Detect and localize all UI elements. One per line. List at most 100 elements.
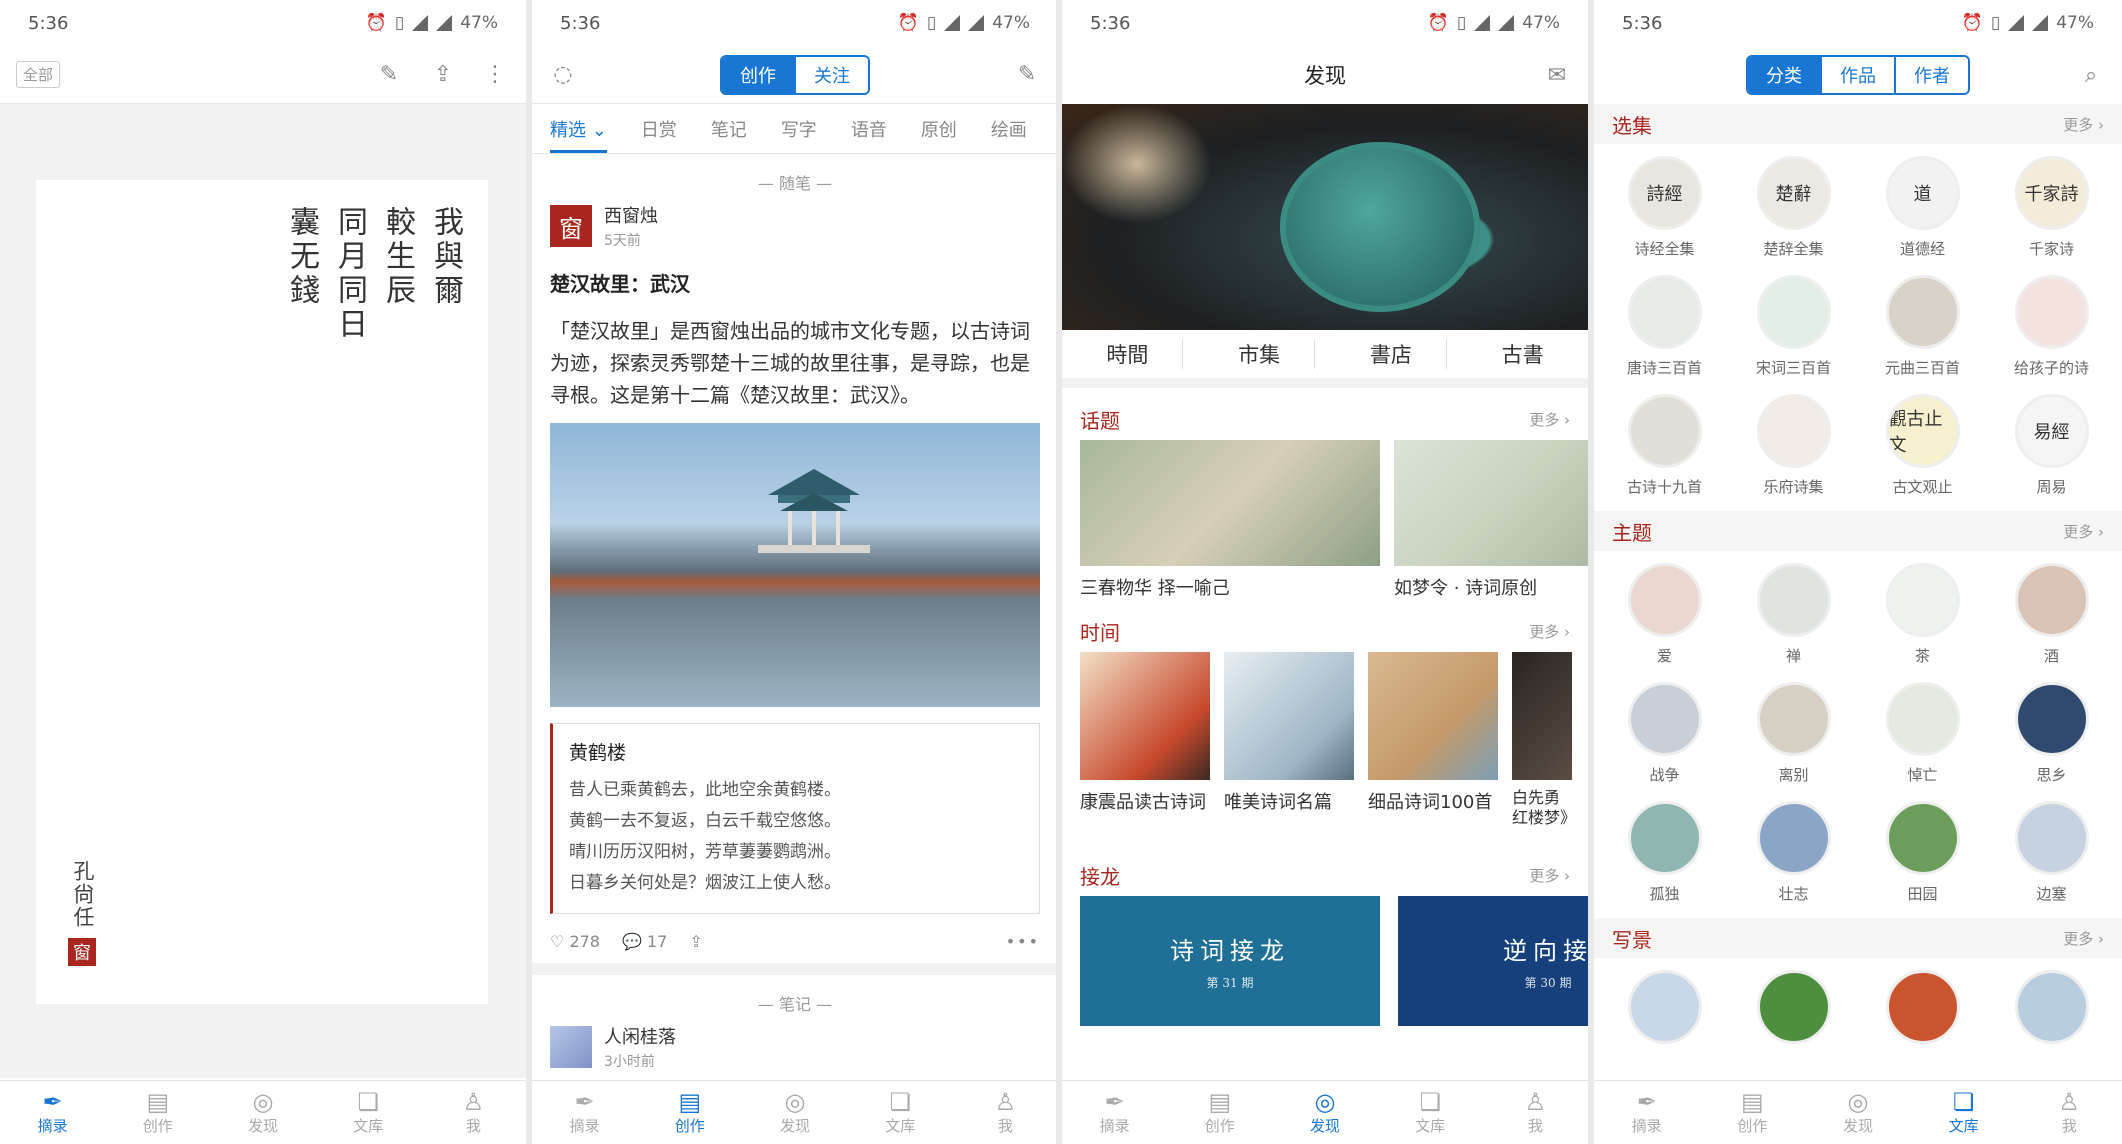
share-icon[interactable]: ⇪ — [428, 60, 458, 90]
collection-item[interactable]: 道道德经 — [1858, 156, 1987, 259]
nav-excerpt[interactable]: ✒ 摘录 — [532, 1081, 637, 1144]
more-link[interactable]: 更多 › — [2063, 114, 2104, 135]
collection-item[interactable]: 茶 — [1858, 563, 1987, 666]
more-link[interactable]: 更多 › — [1529, 409, 1570, 430]
author-name[interactable]: 人闲桂落 — [604, 1023, 676, 1049]
collection-item[interactable]: 易經 周易 — [1987, 394, 2116, 497]
tab-authors[interactable]: 作者 — [1896, 57, 1968, 93]
tab-daily[interactable]: 日赏 — [641, 116, 677, 142]
collection-item[interactable]: 田园 — [1858, 801, 1987, 904]
quoted-poem[interactable]: 黄鹤楼 昔人已乘黄鹤去，此地空余黄鹤楼。 黄鹤一去不复返，白云千载空悠悠。 晴川… — [550, 723, 1040, 914]
topic-card[interactable]: 如梦令 · 诗词原创 — [1394, 440, 1588, 600]
author-name[interactable]: 西窗烛 — [604, 202, 658, 228]
collection-item[interactable]: 悼亡 — [1858, 682, 1987, 785]
collection-item[interactable] — [1729, 970, 1858, 1044]
collection-item[interactable]: 离别 — [1729, 682, 1858, 785]
jielong-card[interactable]: 逆向接 第 30 期 — [1398, 896, 1588, 1026]
excerpt-card[interactable]: 我與爾 較生辰 同月同日 囊无錢 孔尙任 窗 — [36, 180, 488, 1004]
course-card[interactable]: 细品诗词100首 — [1368, 652, 1498, 828]
nav-discover[interactable]: ◎ 发现 — [1805, 1081, 1911, 1144]
pen-icon[interactable]: ✎ — [374, 60, 404, 90]
collection-item[interactable] — [1987, 970, 2116, 1044]
post-author-row[interactable]: 窗 西窗烛 5天前 — [532, 202, 1058, 250]
nav-create[interactable]: ▤ 创作 — [1167, 1081, 1272, 1144]
collection-item[interactable]: 思乡 — [1987, 682, 2116, 785]
collection-item[interactable]: 唐诗三百首 — [1600, 275, 1729, 378]
collection-item[interactable]: 战争 — [1600, 682, 1729, 785]
course-card[interactable]: 康震品读古诗词 — [1080, 652, 1210, 828]
collection-item[interactable]: 壮志 — [1729, 801, 1858, 904]
post-image-pavilion[interactable] — [550, 423, 1040, 707]
like-button[interactable]: ♡ 278 — [550, 932, 600, 951]
post-author-row[interactable]: 人闲桂落 3小时前 — [532, 1023, 1058, 1071]
collection-item[interactable] — [1600, 970, 1729, 1044]
nav-create[interactable]: ▤ 创作 — [105, 1081, 210, 1144]
collection-item[interactable]: 元曲三百首 — [1858, 275, 1987, 378]
collection-item[interactable]: 宋词三百首 — [1729, 275, 1858, 378]
nav-discover[interactable]: ◎ 发现 — [210, 1081, 315, 1144]
collection-item[interactable]: 酒 — [1987, 563, 2116, 666]
nav-me[interactable]: ♙ 我 — [421, 1081, 526, 1144]
more-link[interactable]: 更多 › — [1529, 621, 1570, 642]
more-link[interactable]: 更多 › — [2063, 521, 2104, 542]
collection-item[interactable]: 觀古止文 古文观止 — [1858, 394, 1987, 497]
nav-library[interactable]: ❏ 文库 — [1911, 1081, 2017, 1144]
pen-icon[interactable]: ✎ — [1012, 60, 1042, 90]
more-link[interactable]: 更多 › — [1529, 865, 1570, 886]
collection-item[interactable]: 乐府诗集 — [1729, 394, 1858, 497]
category-bookstore[interactable]: 書店 — [1336, 339, 1447, 369]
topic-card[interactable]: 三春物华 择一喻己 — [1080, 440, 1380, 600]
collection-item[interactable]: 禅 — [1729, 563, 1858, 666]
tab-painting[interactable]: 绘画 — [991, 116, 1027, 142]
spinner-icon[interactable]: ◌ — [548, 60, 578, 90]
nav-library[interactable]: ❏ 文库 — [316, 1081, 421, 1144]
collection-item[interactable]: 给孩子的诗 — [1987, 275, 2116, 378]
nav-excerpt[interactable]: ✒ 摘录 — [1062, 1081, 1167, 1144]
tab-original[interactable]: 原创 — [921, 116, 957, 142]
more-link[interactable]: 更多 › — [2063, 928, 2104, 949]
nav-library[interactable]: ❏ 文库 — [1378, 1081, 1483, 1144]
category-time[interactable]: 時間 — [1072, 339, 1184, 369]
tab-writing[interactable]: 写字 — [781, 116, 817, 142]
tab-voice[interactable]: 语音 — [851, 116, 887, 142]
nav-me[interactable]: ♙ 我 — [1483, 1081, 1588, 1144]
collection-item[interactable]: 边塞 — [1987, 801, 2116, 904]
nav-me[interactable]: ♙ 我 — [953, 1081, 1058, 1144]
tab-follow[interactable]: 关注 — [796, 56, 868, 93]
category-market[interactable]: 市集 — [1204, 339, 1316, 369]
nav-create[interactable]: ▤ 创作 — [637, 1081, 742, 1144]
nav-excerpt[interactable]: ✒ 摘录 — [1594, 1081, 1700, 1144]
collection-item[interactable]: 千家詩 千家诗 — [1987, 156, 2116, 259]
mail-icon[interactable]: ✉ — [1542, 60, 1572, 90]
category-old-books[interactable]: 古書 — [1468, 339, 1578, 369]
nav-library[interactable]: ❏ 文库 — [848, 1081, 953, 1144]
tab-featured[interactable]: 精选 ⌄ — [550, 116, 607, 153]
course-card[interactable]: 白先勇红楼梦》 — [1512, 652, 1576, 828]
collection-item[interactable] — [1858, 970, 1987, 1044]
avatar[interactable] — [550, 1026, 592, 1068]
share-button[interactable]: ⇪ — [689, 932, 702, 951]
post-title[interactable]: 楚汉故里：武汉 — [532, 268, 1058, 297]
tab-create[interactable]: 创作 — [722, 56, 796, 93]
collection-item[interactable]: 古诗十九首 — [1600, 394, 1729, 497]
nav-discover[interactable]: ◎ 发现 — [1272, 1081, 1377, 1144]
collection-item[interactable]: 詩經 诗经全集 — [1600, 156, 1729, 259]
nav-me[interactable]: ♙ 我 — [2016, 1081, 2122, 1144]
nav-discover[interactable]: ◎ 发现 — [742, 1081, 847, 1144]
collection-item[interactable]: 楚辭 楚辞全集 — [1729, 156, 1858, 259]
course-card[interactable]: 唯美诗词名篇 — [1224, 652, 1354, 828]
nav-excerpt[interactable]: ✒ 摘录 — [0, 1081, 105, 1144]
comment-button[interactable]: 💬 17 — [622, 932, 667, 951]
jielong-card[interactable]: 诗词接龙 第 31 期 — [1080, 896, 1380, 1026]
tab-works[interactable]: 作品 — [1822, 57, 1896, 93]
avatar[interactable]: 窗 — [550, 205, 592, 247]
search-icon[interactable]: ⌕ — [2076, 60, 2106, 90]
more-vert-icon[interactable]: ⋮ — [480, 60, 510, 90]
banner-image[interactable] — [1062, 104, 1588, 330]
tab-category[interactable]: 分类 — [1748, 57, 1822, 93]
collection-item[interactable]: 孤独 — [1600, 801, 1729, 904]
nav-create[interactable]: ▤ 创作 — [1700, 1081, 1806, 1144]
more-icon[interactable]: ••• — [1006, 932, 1040, 951]
tab-notes[interactable]: 笔记 — [711, 116, 747, 142]
collection-item[interactable]: 爱 — [1600, 563, 1729, 666]
